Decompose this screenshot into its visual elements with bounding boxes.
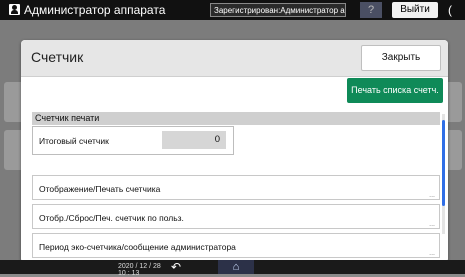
menu-item-eco-counter-period[interactable]: Период эко-счетчика/сообщение администра… <box>32 233 440 258</box>
top-bar: Администратор аппарата Зарегистрирован:А… <box>0 0 465 20</box>
print-counter-section-header: Счетчик печати <box>32 112 440 125</box>
dialog-header: Счетчик Закрыть <box>21 40 448 77</box>
dialog-title: Счетчик <box>31 49 84 65</box>
menu-item-label: Период эко-счетчика/сообщение администра… <box>39 242 236 252</box>
more-icon: ... <box>429 221 435 228</box>
menu-item-label: Отображение/Печать счетчика <box>39 184 161 194</box>
bottom-bar: 2020 / 12 / 28 10 : 13 ↶ ⌂ <box>0 260 465 277</box>
login-status[interactable]: Зарегистрирован:Администратор аппарат <box>210 3 346 17</box>
help-icon[interactable]: ? <box>360 2 382 18</box>
counter-dialog: Счетчик Закрыть Печать списка счетч. Сче… <box>21 40 448 263</box>
total-counter-value: 0 <box>162 131 226 149</box>
date-text: 2020 / 12 / 28 <box>118 263 161 270</box>
app-title: Администратор аппарата <box>24 3 166 17</box>
logout-button[interactable]: Выйти <box>392 2 438 18</box>
total-counter-label: Итоговый счетчик <box>39 136 109 146</box>
home-icon[interactable]: ⌂ <box>218 260 254 274</box>
power-icon[interactable]: ( <box>448 3 462 17</box>
more-icon: ... <box>429 250 435 257</box>
total-counter-box: Итоговый счетчик 0 <box>32 126 234 155</box>
print-counter-list-button[interactable]: Печать списка счетч. <box>347 78 443 103</box>
user-icon <box>9 4 20 15</box>
menu-item-display-print-counter[interactable]: Отображение/Печать счетчика ... <box>32 175 440 200</box>
menu-item-label: Отобр./Сброс/Печ. счетчик по польз. <box>39 213 184 223</box>
scrollbar-thumb[interactable] <box>442 120 445 206</box>
back-icon[interactable]: ↶ <box>171 261 181 273</box>
close-button[interactable]: Закрыть <box>361 45 441 71</box>
date-time: 2020 / 12 / 28 10 : 13 <box>118 263 161 277</box>
more-icon: ... <box>429 192 435 199</box>
menu-item-user-counter[interactable]: Отобр./Сброс/Печ. счетчик по польз. ... <box>32 204 440 229</box>
